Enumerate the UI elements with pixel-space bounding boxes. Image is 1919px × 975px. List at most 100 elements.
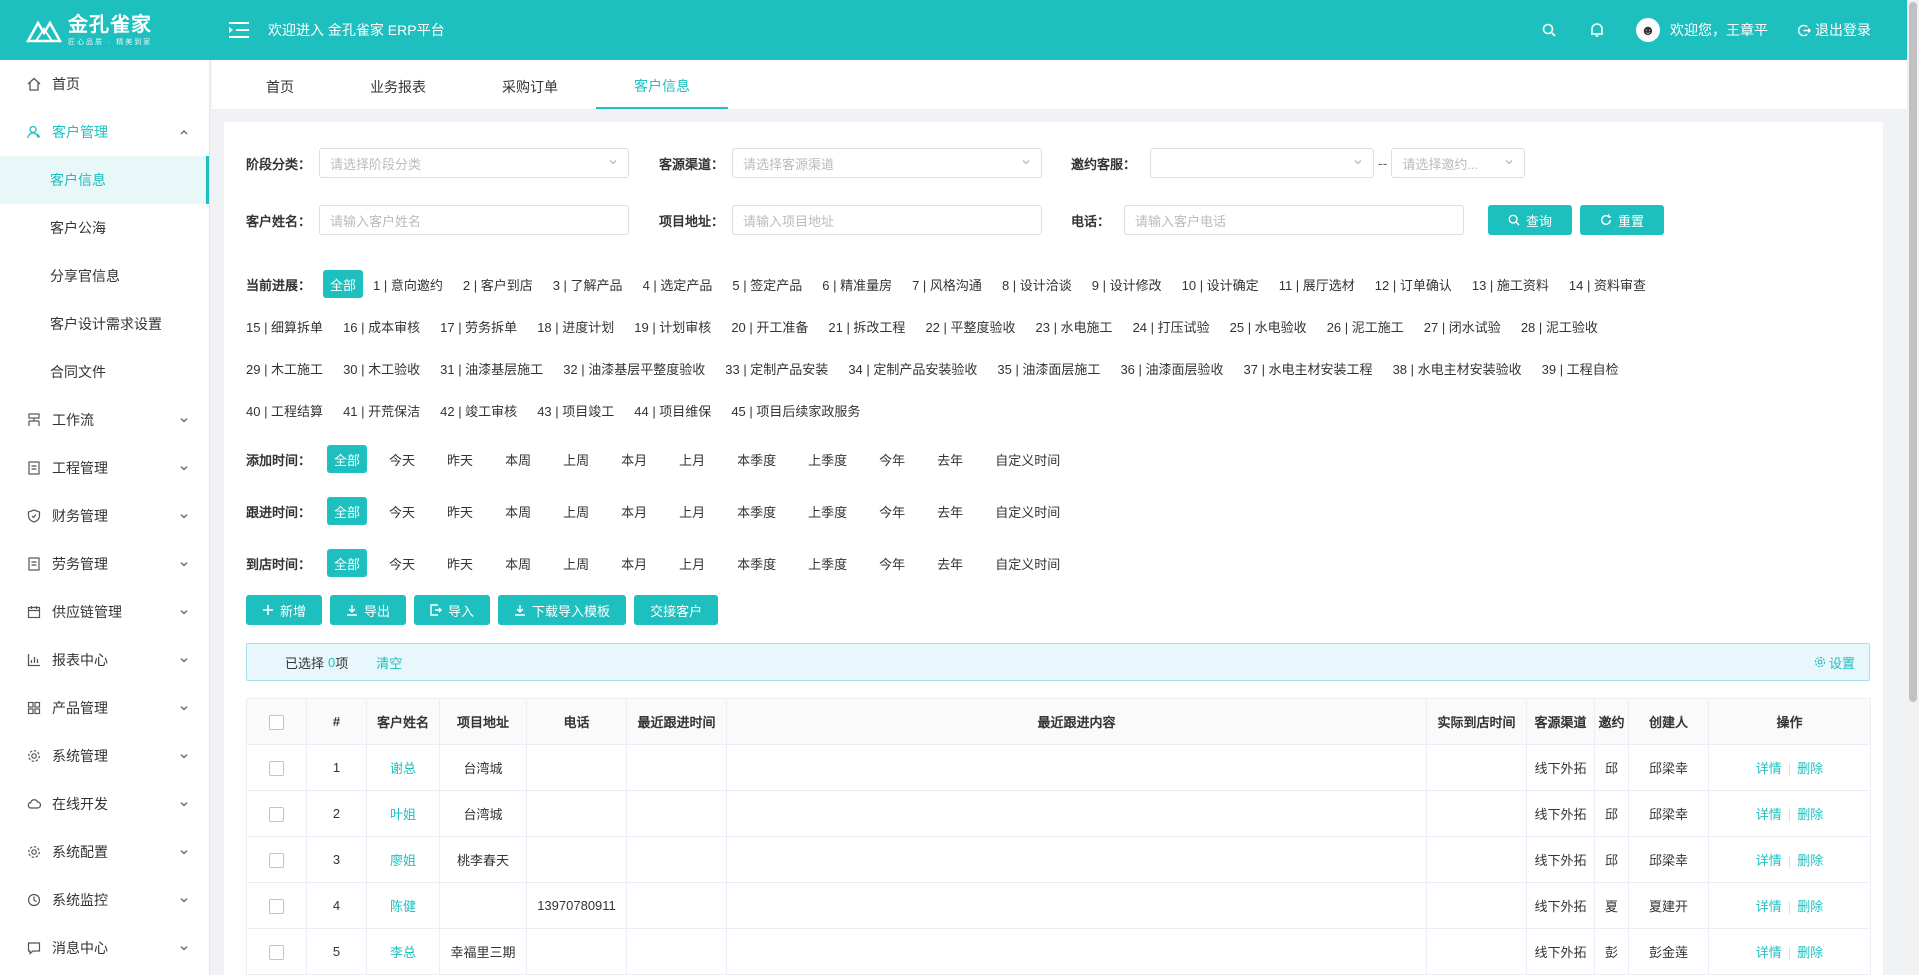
progress-chip[interactable]: 21 | 拆改工程 — [818, 312, 915, 340]
detail-link[interactable]: 详情 — [1756, 807, 1782, 822]
time-chip[interactable]: 本周 — [495, 445, 541, 473]
time-chip[interactable]: 今年 — [869, 549, 915, 577]
time-chip[interactable]: 全部 — [327, 445, 368, 473]
clear-selection-link[interactable]: 清空 — [376, 653, 402, 672]
detail-link[interactable]: 详情 — [1756, 853, 1782, 868]
progress-chip[interactable]: 36 | 油漆面层验收 — [1110, 354, 1233, 382]
page-scrollbar[interactable] — [1907, 0, 1919, 975]
sidebar-item-reports[interactable]: 报表中心 — [0, 636, 209, 684]
progress-chip[interactable]: 37 | 水电主材安装工程 — [1234, 354, 1383, 382]
source-select[interactable]: 请选择客源渠道 — [732, 148, 1043, 178]
sidebar-subitem-customer-info[interactable]: 客户信息 — [0, 156, 209, 204]
progress-chip[interactable]: 44 | 项目维保 — [624, 396, 721, 424]
time-chip[interactable]: 昨天 — [437, 549, 483, 577]
delete-link[interactable]: 删除 — [1797, 945, 1823, 960]
progress-chip[interactable]: 13 | 施工资料 — [1462, 270, 1559, 298]
time-chip[interactable]: 上季度 — [798, 445, 857, 473]
row-checkbox[interactable] — [269, 806, 284, 822]
query-button[interactable]: 查询 — [1488, 205, 1573, 235]
row-checkbox[interactable] — [269, 852, 284, 868]
progress-chip[interactable]: 16 | 成本审核 — [333, 312, 430, 340]
column-header[interactable]: 实际到店时间 — [1426, 698, 1527, 745]
sidebar-subitem-contract-files[interactable]: 合同文件 — [0, 348, 209, 396]
progress-chip[interactable]: 26 | 泥工施工 — [1317, 312, 1414, 340]
time-chip[interactable]: 本月 — [611, 497, 657, 525]
time-chip[interactable]: 昨天 — [437, 445, 483, 473]
progress-chip[interactable]: 1 | 意向邀约 — [363, 270, 453, 298]
progress-chip[interactable]: 5 | 签定产品 — [722, 270, 812, 298]
progress-chip[interactable]: 33 | 定制产品安装 — [715, 354, 838, 382]
time-chip[interactable]: 上月 — [669, 445, 715, 473]
time-chip[interactable]: 今年 — [869, 497, 915, 525]
column-header[interactable]: 邀约 — [1594, 698, 1629, 745]
progress-chip[interactable]: 2 | 客户到店 — [453, 270, 543, 298]
progress-chip[interactable]: 42 | 竣工审核 — [430, 396, 527, 424]
invite-select-2[interactable]: 请选择邀约... — [1391, 148, 1526, 178]
sidebar-item-labor[interactable]: 劳务管理 — [0, 540, 209, 588]
time-chip[interactable]: 去年 — [927, 549, 973, 577]
time-chip[interactable]: 本季度 — [727, 445, 786, 473]
sidebar-item-system-config[interactable]: 系统配置 — [0, 828, 209, 876]
progress-chip[interactable]: 12 | 订单确认 — [1365, 270, 1462, 298]
sidebar-item-finance[interactable]: 财务管理 — [0, 492, 209, 540]
logout-button[interactable]: 退出登录 — [1798, 20, 1871, 40]
time-chip[interactable]: 全部 — [327, 549, 368, 577]
progress-chip[interactable]: 40 | 工程结算 — [246, 396, 333, 424]
add-button[interactable]: 新增 — [246, 595, 323, 625]
progress-chip[interactable]: 31 | 油漆基层施工 — [430, 354, 553, 382]
time-chip[interactable]: 本月 — [611, 445, 657, 473]
progress-chip[interactable]: 6 | 精准量房 — [812, 270, 902, 298]
tab-customer-info[interactable]: 客户信息 — [596, 64, 728, 109]
sidebar-subitem-customer-pool[interactable]: 客户公海 — [0, 204, 209, 252]
phone-input[interactable]: 请输入客户电话 — [1124, 205, 1465, 235]
progress-chip[interactable]: 22 | 平整度验收 — [915, 312, 1025, 340]
tab-home[interactable]: 首页 — [228, 64, 332, 109]
time-chip[interactable]: 自定义时间 — [985, 549, 1070, 577]
progress-chip[interactable]: 35 | 油漆面层施工 — [987, 354, 1110, 382]
sidebar-subitem-design-settings[interactable]: 客户设计需求设置 — [0, 300, 209, 348]
user-greeting[interactable]: 欢迎您，王章平 — [1670, 20, 1768, 40]
progress-chip[interactable]: 17 | 劳务拆单 — [430, 312, 527, 340]
progress-chip[interactable]: 30 | 木工验收 — [333, 354, 430, 382]
progress-chip[interactable]: 38 | 水电主材安装验收 — [1383, 354, 1532, 382]
delete-link[interactable]: 删除 — [1797, 761, 1823, 776]
menu-toggle-icon[interactable] — [228, 21, 250, 39]
progress-chip[interactable]: 43 | 项目竣工 — [527, 396, 624, 424]
time-chip[interactable]: 本季度 — [727, 497, 786, 525]
progress-chip[interactable]: 14 | 资料审查 — [1559, 270, 1656, 298]
time-chip[interactable]: 去年 — [927, 445, 973, 473]
sidebar-item-messages[interactable]: 消息中心 — [0, 924, 209, 972]
progress-chip[interactable]: 24 | 打压试验 — [1123, 312, 1220, 340]
progress-chip[interactable]: 32 | 油漆基层平整度验收 — [553, 354, 715, 382]
customer-name-link[interactable]: 李总 — [390, 945, 416, 960]
delete-link[interactable]: 删除 — [1797, 853, 1823, 868]
scrollbar-thumb[interactable] — [1909, 2, 1917, 702]
time-chip[interactable]: 本周 — [495, 549, 541, 577]
customer-name-link[interactable]: 陈健 — [390, 899, 416, 914]
tab-business-report[interactable]: 业务报表 — [332, 64, 464, 109]
sidebar-item-products[interactable]: 产品管理 — [0, 684, 209, 732]
search-icon[interactable] — [1540, 21, 1558, 39]
address-input[interactable]: 请输入项目地址 — [732, 205, 1043, 235]
tab-purchase-order[interactable]: 采购订单 — [464, 64, 596, 109]
column-header[interactable]: 最近跟进内容 — [726, 698, 1427, 745]
bell-icon[interactable] — [1588, 21, 1606, 39]
detail-link[interactable]: 详情 — [1756, 899, 1782, 914]
select-all-checkbox[interactable] — [269, 714, 284, 730]
sidebar-item-online-dev[interactable]: 在线开发 — [0, 780, 209, 828]
avatar[interactable]: ☻ — [1636, 18, 1660, 42]
progress-chip[interactable]: 29 | 木工施工 — [246, 354, 333, 382]
detail-link[interactable]: 详情 — [1756, 761, 1782, 776]
progress-chip[interactable]: 15 | 细算拆单 — [246, 312, 333, 340]
row-checkbox[interactable] — [269, 760, 284, 776]
sidebar-item-home[interactable]: 首页 — [0, 60, 209, 108]
time-chip[interactable]: 本季度 — [727, 549, 786, 577]
invite-select[interactable] — [1150, 148, 1375, 178]
stage-select[interactable]: 请选择阶段分类 — [319, 148, 630, 178]
import-button[interactable]: 导入 — [414, 595, 491, 625]
progress-chip[interactable]: 全部 — [323, 270, 364, 298]
time-chip[interactable]: 今年 — [869, 445, 915, 473]
time-chip[interactable]: 今天 — [379, 549, 425, 577]
progress-chip[interactable]: 11 | 展厅选材 — [1269, 270, 1365, 298]
progress-chip[interactable]: 4 | 选定产品 — [633, 270, 723, 298]
